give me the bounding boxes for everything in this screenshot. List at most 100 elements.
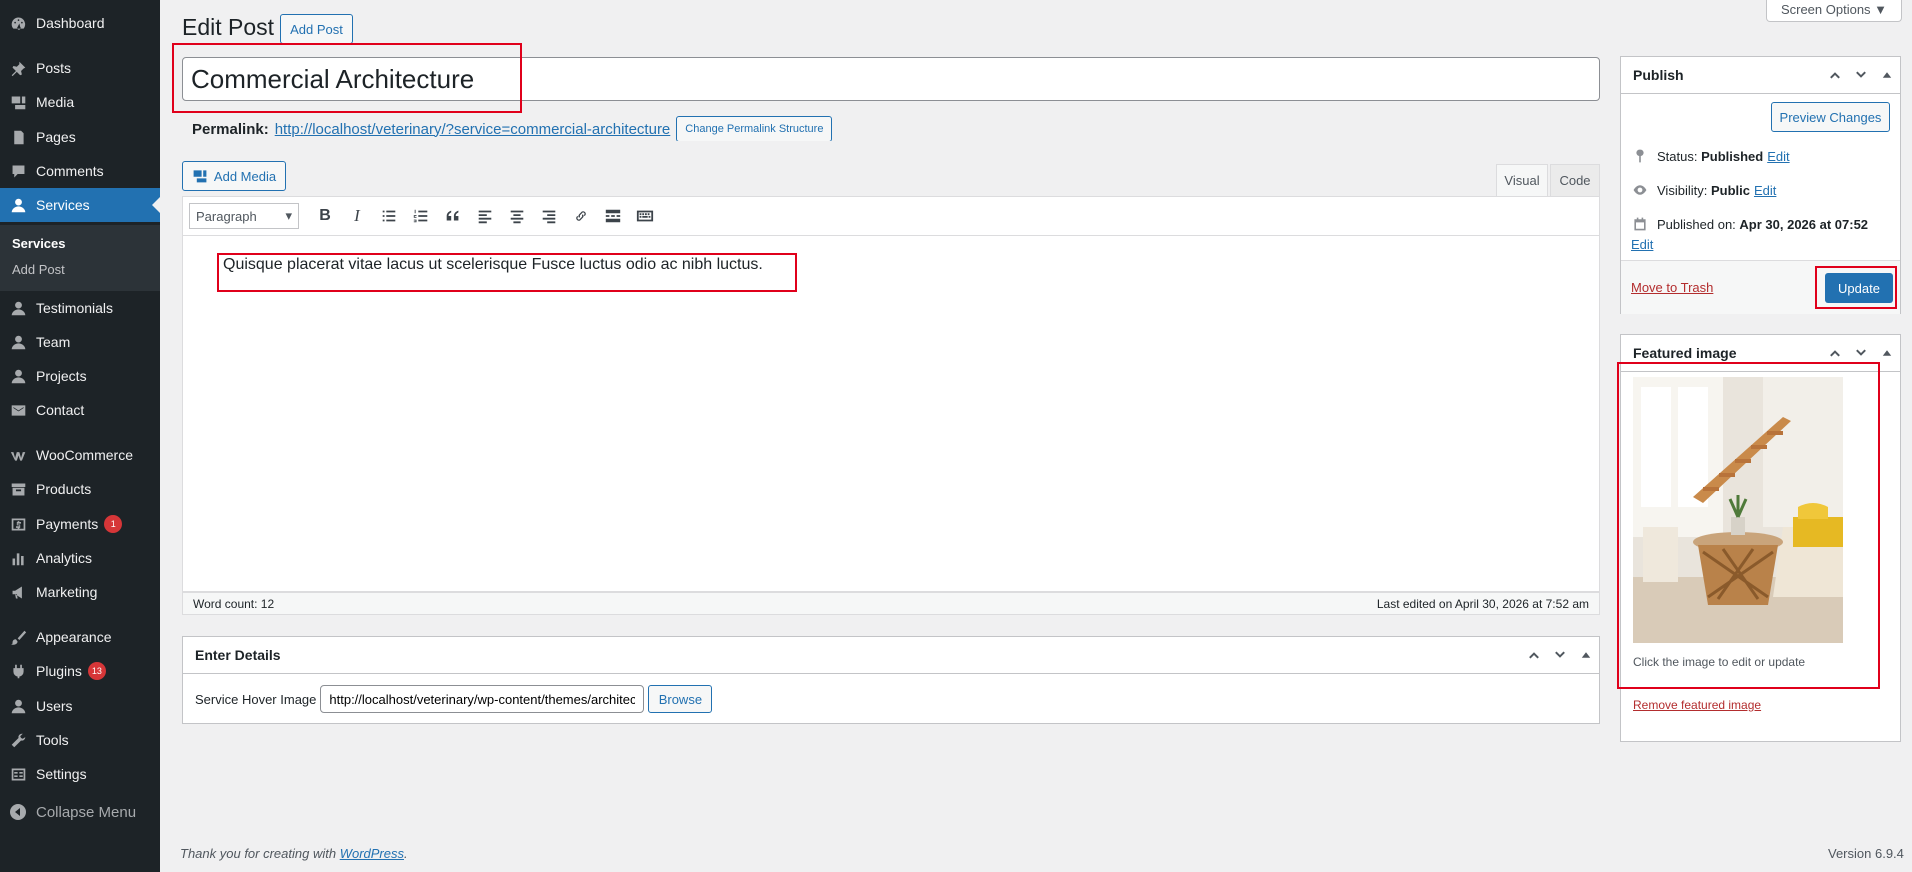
move-to-trash-link[interactable]: Move to Trash	[1631, 280, 1713, 295]
triangle-up-icon	[1581, 652, 1591, 658]
preview-changes-button[interactable]: Preview Changes	[1771, 102, 1890, 132]
menu-item-marketing[interactable]: Marketing	[0, 575, 160, 609]
tab-code[interactable]: Code	[1550, 164, 1600, 196]
menu-item-payments[interactable]: Payments 1	[0, 507, 160, 541]
chevron-down-icon: ▾	[285, 208, 292, 223]
editor-content-area[interactable]: Quisque placerat vitae lacus ut sceleris…	[182, 236, 1600, 592]
service-hover-image-input[interactable]	[320, 685, 645, 713]
status-label: Status:	[1657, 148, 1698, 164]
move-up-button[interactable]	[1822, 338, 1848, 368]
italic-button[interactable]: I	[341, 201, 373, 231]
service-hover-image-row: Service Hover Image Browse	[195, 685, 713, 713]
move-down-button[interactable]	[1848, 338, 1874, 368]
edit-status-link[interactable]: Edit	[1767, 149, 1789, 164]
menu-item-comments[interactable]: Comments	[0, 154, 160, 188]
menu-item-settings[interactable]: Settings	[0, 757, 160, 791]
menu-item-appearance[interactable]: Appearance	[0, 620, 160, 654]
menu-item-media[interactable]: Media	[0, 85, 160, 119]
published-on-row: Published on: Apr 30, 2026 at 07:52	[1631, 215, 1868, 233]
menu-item-posts[interactable]: Posts	[0, 51, 160, 85]
toggle-panel-button[interactable]	[1573, 640, 1599, 670]
blockquote-button[interactable]	[437, 201, 469, 231]
align-left-button[interactable]	[469, 201, 501, 231]
toggle-panel-button[interactable]	[1874, 60, 1900, 90]
post-title-input[interactable]	[182, 57, 1600, 101]
permalink-url-link[interactable]: http://localhost/veterinary/?service=com…	[275, 121, 671, 138]
bullet-list-button[interactable]	[373, 201, 405, 231]
link-icon	[576, 211, 586, 221]
edit-date-link[interactable]: Edit	[1631, 237, 1653, 252]
calendar-icon	[1631, 215, 1649, 233]
add-media-button[interactable]: Add Media	[182, 161, 286, 191]
woo-icon	[8, 445, 28, 465]
numbered-list-icon	[413, 209, 428, 223]
move-up-button[interactable]	[1521, 640, 1547, 670]
menu-item-contact[interactable]: Contact	[0, 393, 160, 427]
menu-item-dashboard[interactable]: Dashboard	[0, 6, 160, 40]
add-post-button[interactable]: Add Post	[280, 14, 353, 44]
menu-label: Marketing	[36, 584, 98, 600]
featured-image-hint: Click the image to edit or update	[1633, 655, 1806, 669]
menu-item-plugins[interactable]: Plugins 13	[0, 654, 160, 688]
menu-item-products[interactable]: Products	[0, 472, 160, 506]
format-select[interactable]: Paragraph ▾	[189, 203, 299, 229]
align-right-button[interactable]	[533, 201, 565, 231]
change-permalink-button[interactable]: Change Permalink Structure	[676, 116, 833, 142]
menu-item-tools[interactable]: Tools	[0, 723, 160, 757]
update-button[interactable]: Update	[1825, 273, 1893, 303]
submenu-item-services[interactable]: Services	[12, 236, 66, 251]
submenu-item-add-post[interactable]: Add Post	[12, 262, 65, 277]
mail-icon	[8, 400, 28, 420]
menu-item-team[interactable]: Team	[0, 325, 160, 359]
menu-label: Tools	[36, 732, 69, 748]
last-edited: Last edited on April 30, 2026 at 7:52 am	[1376, 596, 1589, 611]
edit-visibility-link[interactable]: Edit	[1754, 183, 1776, 198]
menu-item-woocommerce[interactable]: WooCommerce	[0, 438, 160, 472]
screen-options-button[interactable]: Screen Options ▼	[1766, 0, 1902, 22]
menu-item-testimonials[interactable]: Testimonials	[0, 291, 160, 325]
keyboard-icon	[636, 210, 654, 222]
box-controls	[1822, 60, 1900, 90]
format-select-value: Paragraph	[196, 208, 257, 224]
triangle-up-icon	[1882, 350, 1892, 356]
move-down-button[interactable]	[1547, 640, 1573, 670]
align-center-button[interactable]	[501, 201, 533, 231]
toggle-panel-button[interactable]	[1874, 338, 1900, 368]
featured-image-thumbnail[interactable]	[1633, 377, 1843, 643]
move-down-button[interactable]	[1848, 60, 1874, 90]
menu-item-projects[interactable]: Projects	[0, 359, 160, 393]
menu-label: Users	[36, 698, 73, 714]
insert-link-button[interactable]	[565, 201, 597, 231]
menu-item-analytics[interactable]: Analytics	[0, 541, 160, 575]
bold-button[interactable]: B	[309, 201, 341, 231]
menu-item-pages[interactable]: Pages	[0, 120, 160, 154]
user-icon	[8, 298, 28, 318]
align-left-icon	[478, 210, 492, 224]
wordpress-link[interactable]: WordPress	[340, 846, 404, 861]
bullet-list-icon	[382, 210, 396, 222]
visibility-row: Visibility: Public Edit	[1631, 181, 1776, 199]
chevron-down-icon	[1856, 349, 1866, 356]
user-icon	[8, 696, 28, 716]
menu-label: Pages	[36, 129, 76, 145]
menu-item-services[interactable]: Services	[0, 188, 160, 222]
browse-button[interactable]: Browse	[648, 685, 713, 713]
archive-icon	[8, 479, 28, 499]
tab-visual[interactable]: Visual	[1496, 164, 1548, 196]
chevron-down-icon	[1555, 651, 1565, 658]
megaphone-icon	[8, 582, 28, 602]
editor-content-text: Quisque placerat vitae lacus ut sceleris…	[223, 256, 763, 273]
collapse-menu-button[interactable]: Collapse Menu	[0, 792, 160, 832]
toolbar-toggle-button[interactable]	[629, 201, 661, 231]
menu-label: Posts	[36, 60, 72, 76]
quote-icon	[446, 210, 459, 221]
remove-featured-image-link[interactable]: Remove featured image	[1633, 698, 1761, 712]
plugins-badge: 13	[87, 662, 106, 680]
numbered-list-button[interactable]	[405, 201, 437, 231]
menu-label: Dashboard	[36, 15, 105, 31]
read-more-button[interactable]	[597, 201, 629, 231]
editor-toolbar: Paragraph ▾ B I	[182, 196, 1600, 236]
move-up-button[interactable]	[1822, 60, 1848, 90]
payments-badge: 1	[104, 515, 123, 533]
menu-item-users[interactable]: Users	[0, 689, 160, 723]
